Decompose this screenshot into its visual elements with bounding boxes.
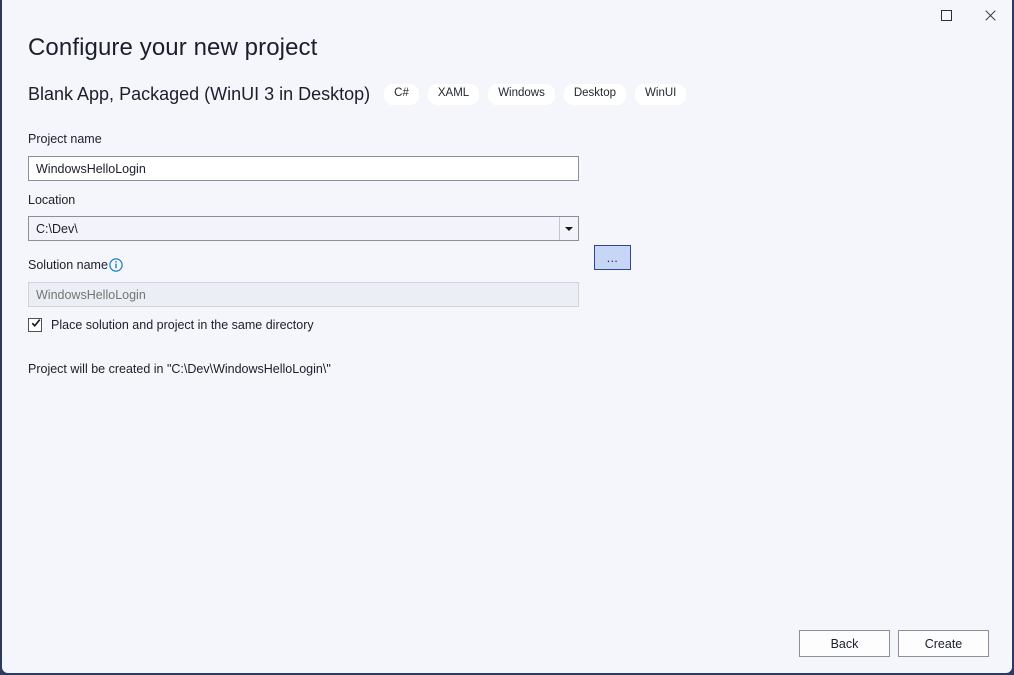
project-name-input[interactable]: [28, 156, 579, 181]
browse-location-button[interactable]: ...: [594, 245, 631, 270]
checkmark-icon: [31, 318, 41, 328]
page-title: Configure your new project: [28, 34, 317, 62]
title-bar: [2, 0, 1012, 30]
footer-button-group: Back Create: [799, 630, 989, 657]
solution-name-label: Solution name: [28, 258, 108, 272]
same-directory-label: Place solution and project in the same d…: [51, 318, 314, 332]
solution-name-input: [28, 282, 579, 307]
configure-project-dialog: Configure your new project Blank App, Pa…: [0, 0, 1014, 675]
back-button[interactable]: Back: [799, 630, 890, 657]
info-icon[interactable]: [109, 258, 123, 272]
project-name-label: Project name: [28, 132, 102, 146]
created-path-text: Project will be created in "C:\Dev\Windo…: [28, 362, 331, 376]
dialog-content: Configure your new project Blank App, Pa…: [2, 30, 1012, 673]
tag-desktop: Desktop: [564, 84, 626, 105]
same-directory-checkbox-row[interactable]: Place solution and project in the same d…: [28, 318, 314, 332]
template-name: Blank App, Packaged (WinUI 3 in Desktop): [28, 84, 370, 105]
location-combobox[interactable]: C:\Dev\: [28, 216, 579, 241]
chevron-down-icon[interactable]: [559, 217, 578, 240]
same-directory-checkbox[interactable]: [28, 318, 42, 332]
template-tag-list: C# XAML Windows Desktop WinUI: [384, 84, 686, 105]
maximize-button[interactable]: [924, 0, 968, 30]
location-value: C:\Dev\: [29, 222, 559, 236]
template-summary: Blank App, Packaged (WinUI 3 in Desktop)…: [28, 84, 686, 105]
location-label: Location: [28, 193, 75, 207]
maximize-icon: [941, 10, 952, 21]
tag-csharp: C#: [384, 84, 419, 105]
tag-xaml: XAML: [428, 84, 479, 105]
close-button[interactable]: [968, 0, 1012, 30]
tag-windows: Windows: [488, 84, 555, 105]
tag-winui: WinUI: [635, 84, 686, 105]
close-icon: [985, 10, 996, 21]
create-button[interactable]: Create: [898, 630, 989, 657]
